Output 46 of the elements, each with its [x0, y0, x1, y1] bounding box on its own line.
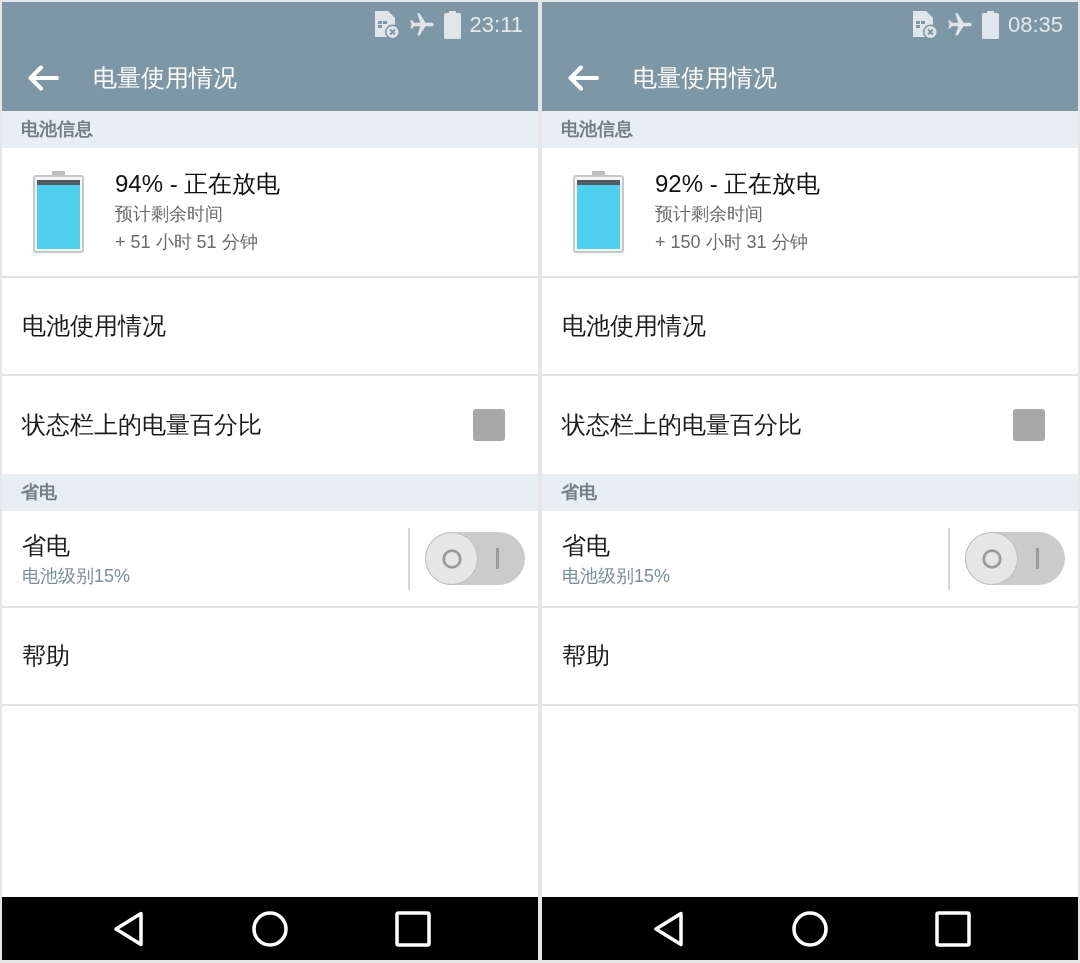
recent-apps-icon[interactable] — [935, 910, 971, 947]
battery-icon — [981, 10, 999, 39]
battery-status: 92% - 正在放电 — [655, 169, 821, 199]
settings-item[interactable]: 帮助 — [2, 608, 538, 706]
back-arrow-icon[interactable] — [27, 65, 59, 91]
ring-icon — [441, 548, 462, 569]
status-time: 23:11 — [469, 13, 523, 36]
back-icon[interactable] — [113, 910, 144, 947]
checkbox[interactable] — [473, 409, 505, 441]
setting-summary: 电池级别15% — [22, 564, 132, 588]
settings-item[interactable]: 电池使用情况 — [542, 278, 1078, 376]
section-header: 电池信息 — [2, 111, 538, 148]
settings-item[interactable]: 帮助 — [542, 608, 1078, 706]
status-detail: 预计剩余时间 — [115, 203, 224, 226]
status-detail: 预计剩余时间 — [655, 203, 764, 226]
setting-label: 状态栏上的电量百分比 — [22, 410, 262, 440]
battery-status: 94% - 正在放电 — [115, 169, 281, 199]
status-detail: + 150 小时 31 分钟 — [655, 231, 809, 254]
setting-label: 状态栏上的电量百分比 — [562, 410, 802, 440]
home-icon[interactable] — [252, 910, 288, 947]
screen-title: 电量使用情况 — [93, 63, 237, 93]
setting-summary: 电池级别15% — [562, 564, 672, 588]
airplane-icon — [407, 10, 436, 39]
home-icon[interactable] — [792, 910, 828, 947]
section-header: 电池信息 — [542, 111, 1078, 148]
back-arrow-icon[interactable] — [567, 65, 599, 91]
back-icon[interactable] — [653, 910, 684, 947]
toggle-switch[interactable] — [965, 532, 1065, 585]
recent-apps-icon[interactable] — [395, 910, 431, 947]
battery-icon — [443, 10, 461, 39]
battery-icon — [33, 171, 84, 253]
setting-label: 省电 — [22, 530, 71, 561]
line-icon — [496, 548, 499, 569]
airplane-icon — [945, 10, 974, 39]
setting-label: 省电 — [562, 530, 611, 561]
status-time: 08:35 — [1007, 13, 1063, 36]
settings-item[interactable]: 电池使用情况 — [2, 278, 538, 376]
line-icon — [1036, 548, 1039, 569]
ring-icon — [981, 548, 1002, 569]
toggle-switch[interactable] — [425, 532, 525, 585]
section-header: 省电 — [542, 474, 1078, 511]
status-detail: + 51 小时 51 分钟 — [115, 231, 259, 254]
screen-title: 电量使用情况 — [633, 63, 777, 93]
battery-icon — [573, 171, 624, 253]
checkbox[interactable] — [1013, 409, 1045, 441]
section-header: 省电 — [2, 474, 538, 511]
